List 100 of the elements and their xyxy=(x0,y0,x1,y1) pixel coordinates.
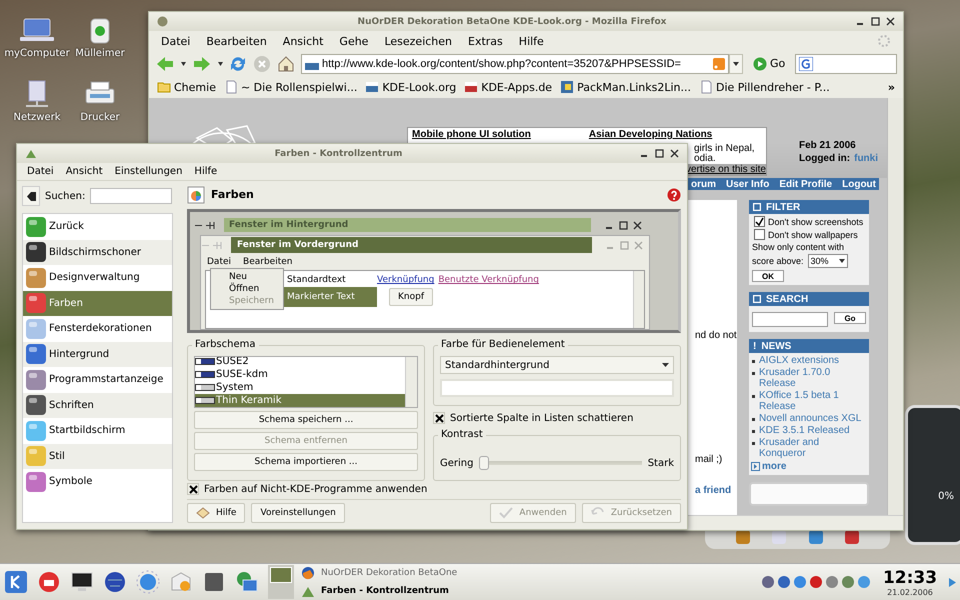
icon-label[interactable]: myComputer xyxy=(4,48,70,59)
tray-icon[interactable] xyxy=(825,575,839,589)
maximize-icon[interactable] xyxy=(871,17,880,26)
help-icon[interactable] xyxy=(667,188,681,202)
menu-item[interactable]: Gehe xyxy=(339,34,368,48)
icon-label[interactable]: Netzwerk xyxy=(13,112,61,123)
ad-link[interactable]: Asian Developing Nations xyxy=(588,129,712,140)
desktop-pager[interactable] xyxy=(268,565,294,599)
link[interactable]: Verknüpfung xyxy=(377,275,434,286)
list-item[interactable]: System xyxy=(195,381,405,394)
list-item[interactable]: Thin Keramik xyxy=(195,394,405,408)
globe-icon[interactable] xyxy=(103,570,127,594)
kde-menu-icon[interactable] xyxy=(4,570,28,594)
module-item[interactable]: Zurück xyxy=(23,214,172,240)
arrow-icon[interactable] xyxy=(949,578,956,586)
bookmark[interactable]: Die Pillendreher - P... xyxy=(699,80,830,94)
app-menu-icon[interactable] xyxy=(25,148,37,159)
sample-button[interactable]: Knopf xyxy=(389,288,433,306)
bookmark[interactable]: ~ Die Rollenspielwi... xyxy=(224,80,358,94)
scheme-button[interactable]: Schema importieren ... xyxy=(194,453,418,472)
tray-icon[interactable] xyxy=(777,575,791,589)
more-link[interactable]: more xyxy=(749,461,869,472)
checkbox[interactable] xyxy=(187,483,199,496)
module-item[interactable]: Programmstartanzeige xyxy=(23,367,172,392)
news-link[interactable]: KOffice 1.5 beta 1 Release xyxy=(759,390,866,412)
tray-icon[interactable] xyxy=(857,575,871,589)
module-item[interactable]: Stil xyxy=(23,444,172,469)
score-select[interactable]: 30% xyxy=(808,254,848,268)
news-link[interactable]: KDE 3.5.1 Released xyxy=(759,425,850,436)
taskbar-button[interactable]: Farben - Kontrollzentrum xyxy=(297,583,462,599)
dropdown-arrow-icon[interactable] xyxy=(218,62,223,66)
search-input[interactable] xyxy=(752,312,828,327)
terminal-icon[interactable] xyxy=(70,570,94,594)
news-link[interactable]: Novell announces XGL xyxy=(759,413,862,424)
app-icon[interactable] xyxy=(735,529,752,545)
close-icon[interactable] xyxy=(633,220,642,230)
menu-item[interactable]: Bearbeiten xyxy=(243,257,292,268)
maximize-icon[interactable] xyxy=(655,149,664,158)
close-icon[interactable] xyxy=(670,149,679,158)
ad-link[interactable]: Mobile phone UI solution xyxy=(412,129,531,140)
dialog-button[interactable]: Voreinstellungen xyxy=(251,503,345,524)
checkbox[interactable] xyxy=(754,229,765,240)
nav-link[interactable]: Logout xyxy=(842,178,876,190)
visited-link[interactable]: Benutzte Verknüpfung xyxy=(438,275,539,286)
menu-item[interactable]: Datei xyxy=(161,34,190,48)
search-input[interactable] xyxy=(90,188,172,204)
checkbox[interactable] xyxy=(754,216,765,227)
window-icon[interactable] xyxy=(202,570,226,594)
menu-item[interactable]: Neu xyxy=(211,271,283,284)
tray-icon[interactable] xyxy=(761,575,775,589)
taskbar-button[interactable]: NuOrDER Dekoration BetaOne xyxy=(297,565,462,581)
menu-item[interactable]: Datei xyxy=(27,166,54,177)
bookmark[interactable]: KDE-Look.org xyxy=(365,80,456,94)
icon-label[interactable]: Mülleimer xyxy=(75,48,125,59)
dropdown-button[interactable] xyxy=(729,54,743,74)
checkbox[interactable] xyxy=(433,412,445,424)
search-field[interactable] xyxy=(795,54,897,74)
clock[interactable]: 12:33 21.02.2006 xyxy=(880,568,940,596)
tray-icon[interactable] xyxy=(841,575,855,589)
module-item[interactable]: Schriften xyxy=(23,392,172,418)
scrollbar[interactable] xyxy=(405,357,417,408)
color-button[interactable] xyxy=(440,379,674,398)
tray-icon[interactable] xyxy=(809,575,823,589)
module-item[interactable]: Startbildschirm xyxy=(23,418,172,444)
app-menu-icon[interactable] xyxy=(157,16,168,27)
module-item[interactable]: Bildschirmschoner xyxy=(23,240,172,265)
module-item[interactable]: Designverwaltung xyxy=(23,265,172,290)
scrollbar[interactable] xyxy=(887,98,903,515)
menu-item[interactable]: Hilfe xyxy=(518,34,544,48)
news-link[interactable]: AIGLX extensions xyxy=(759,355,840,366)
menu-item[interactable]: Extras xyxy=(468,34,503,48)
reload-icon[interactable] xyxy=(229,54,247,72)
news-link[interactable]: Krusader 1.70.0 Release xyxy=(759,367,866,389)
bookmark[interactable]: KDE-Apps.de xyxy=(464,80,552,94)
bookmark[interactable]: Chemie xyxy=(157,80,216,94)
module-item[interactable]: Fensterdekorationen xyxy=(23,316,172,342)
menu-item[interactable]: Ansicht xyxy=(282,34,324,48)
menu-item[interactable]: Bearbeiten xyxy=(206,34,267,48)
nav-link[interactable]: User Info xyxy=(726,178,770,190)
app-icon[interactable] xyxy=(808,529,824,545)
app-icon[interactable] xyxy=(844,529,860,545)
tray-icon[interactable] xyxy=(793,575,807,589)
clear-button[interactable] xyxy=(22,186,40,206)
menu-item[interactable]: Datei xyxy=(207,257,232,268)
dropdown-arrow-icon[interactable] xyxy=(181,62,186,66)
menu-item[interactable]: Einstellungen xyxy=(114,166,182,177)
menu-item[interactable]: Lesezeichen xyxy=(384,34,452,48)
scrollbar[interactable] xyxy=(633,271,644,328)
ok-button[interactable]: OK xyxy=(752,270,784,282)
nav-link[interactable]: Edit Profile xyxy=(779,178,832,190)
widget-select[interactable]: Standardhintergrund xyxy=(440,356,674,374)
menu-item[interactable]: Hilfe xyxy=(194,166,218,177)
slider-thumb[interactable] xyxy=(479,456,490,470)
close-icon[interactable] xyxy=(886,17,895,26)
nav-link[interactable]: orum xyxy=(690,178,716,190)
go-button[interactable]: Go xyxy=(749,56,790,70)
overflow-button[interactable]: » xyxy=(888,80,895,94)
maximize-icon[interactable] xyxy=(619,220,628,230)
module-item[interactable]: Symbole xyxy=(23,469,172,494)
go-button[interactable]: Go xyxy=(834,312,866,324)
